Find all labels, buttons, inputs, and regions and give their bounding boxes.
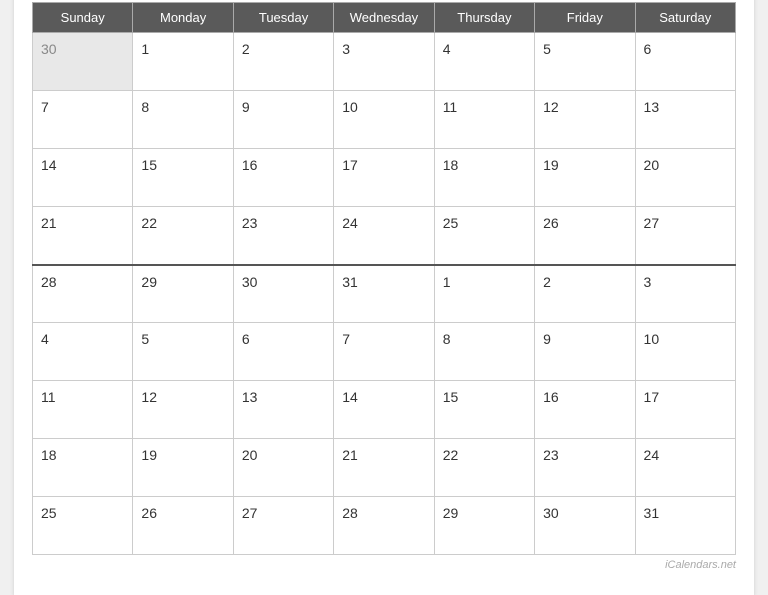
calendar-day: 1	[133, 33, 233, 91]
watermark: iCalendars.net	[32, 559, 736, 571]
calendar-day: 8	[133, 91, 233, 149]
header-day-monday: Monday	[133, 3, 233, 33]
calendar-day: 18	[33, 439, 133, 497]
calendar-week-2: 14151617181920	[33, 149, 736, 207]
calendar-day: 21	[334, 439, 434, 497]
calendar-day: 27	[635, 207, 735, 265]
calendar-day: 3	[635, 265, 735, 323]
calendar-week-5: 45678910	[33, 323, 736, 381]
calendar-day: 1	[434, 265, 534, 323]
calendar-day: 31	[635, 497, 735, 555]
calendar-week-8: 25262728293031	[33, 497, 736, 555]
calendar-day: 24	[334, 207, 434, 265]
calendar-day: 7	[334, 323, 434, 381]
calendar-day: 30	[233, 265, 333, 323]
calendar-day: 10	[334, 91, 434, 149]
calendar-day: 2	[233, 33, 333, 91]
calendar-day: 24	[635, 439, 735, 497]
calendar-day: 30	[33, 33, 133, 91]
calendar-day: 25	[33, 497, 133, 555]
calendar-week-3: 21222324252627	[33, 207, 736, 265]
calendar-day: 25	[434, 207, 534, 265]
calendar-day: 19	[535, 149, 635, 207]
header-day-saturday: Saturday	[635, 3, 735, 33]
calendar-day: 9	[535, 323, 635, 381]
calendar-day: 23	[233, 207, 333, 265]
calendar-table: SundayMondayTuesdayWednesdayThursdayFrid…	[32, 2, 736, 555]
calendar-day: 22	[133, 207, 233, 265]
calendar-day: 28	[334, 497, 434, 555]
calendar-day: 5	[535, 33, 635, 91]
calendar-week-4: 28293031123	[33, 265, 736, 323]
calendar-day: 3	[334, 33, 434, 91]
calendar-day: 26	[133, 497, 233, 555]
calendar-week-7: 18192021222324	[33, 439, 736, 497]
calendar-day: 22	[434, 439, 534, 497]
calendar-day: 4	[434, 33, 534, 91]
calendar-day: 26	[535, 207, 635, 265]
calendar-day: 4	[33, 323, 133, 381]
calendar-day: 17	[635, 381, 735, 439]
calendar-day: 13	[233, 381, 333, 439]
calendar-day: 15	[133, 149, 233, 207]
calendar-day: 12	[133, 381, 233, 439]
calendar-day: 27	[233, 497, 333, 555]
calendar-day: 16	[535, 381, 635, 439]
calendar-day: 20	[635, 149, 735, 207]
calendar-day: 12	[535, 91, 635, 149]
header-day-friday: Friday	[535, 3, 635, 33]
calendar-day: 28	[33, 265, 133, 323]
calendar-day: 15	[434, 381, 534, 439]
calendar-week-0: 30123456	[33, 33, 736, 91]
calendar-day: 6	[635, 33, 735, 91]
header-day-wednesday: Wednesday	[334, 3, 434, 33]
calendar-header: SundayMondayTuesdayWednesdayThursdayFrid…	[33, 3, 736, 33]
calendar-day: 17	[334, 149, 434, 207]
header-row: SundayMondayTuesdayWednesdayThursdayFrid…	[33, 3, 736, 33]
calendar-day: 2	[535, 265, 635, 323]
calendar-day: 31	[334, 265, 434, 323]
calendar-week-6: 11121314151617	[33, 381, 736, 439]
header-day-thursday: Thursday	[434, 3, 534, 33]
calendar-day: 20	[233, 439, 333, 497]
calendar-day: 11	[33, 381, 133, 439]
calendar-day: 9	[233, 91, 333, 149]
calendar-day: 8	[434, 323, 534, 381]
calendar-day: 13	[635, 91, 735, 149]
calendar-day: 11	[434, 91, 534, 149]
calendar-day: 10	[635, 323, 735, 381]
calendar-day: 19	[133, 439, 233, 497]
header-day-tuesday: Tuesday	[233, 3, 333, 33]
calendar-container: July August 2024 SundayMondayTuesdayWedn…	[14, 0, 754, 595]
calendar-day: 7	[33, 91, 133, 149]
calendar-day: 21	[33, 207, 133, 265]
calendar-day: 23	[535, 439, 635, 497]
calendar-day: 29	[434, 497, 534, 555]
calendar-body: 3012345678910111213141516171819202122232…	[33, 33, 736, 555]
calendar-day: 29	[133, 265, 233, 323]
calendar-day: 14	[334, 381, 434, 439]
calendar-day: 6	[233, 323, 333, 381]
calendar-day: 5	[133, 323, 233, 381]
calendar-day: 14	[33, 149, 133, 207]
header-day-sunday: Sunday	[33, 3, 133, 33]
calendar-week-1: 78910111213	[33, 91, 736, 149]
calendar-day: 18	[434, 149, 534, 207]
calendar-day: 16	[233, 149, 333, 207]
calendar-day: 30	[535, 497, 635, 555]
